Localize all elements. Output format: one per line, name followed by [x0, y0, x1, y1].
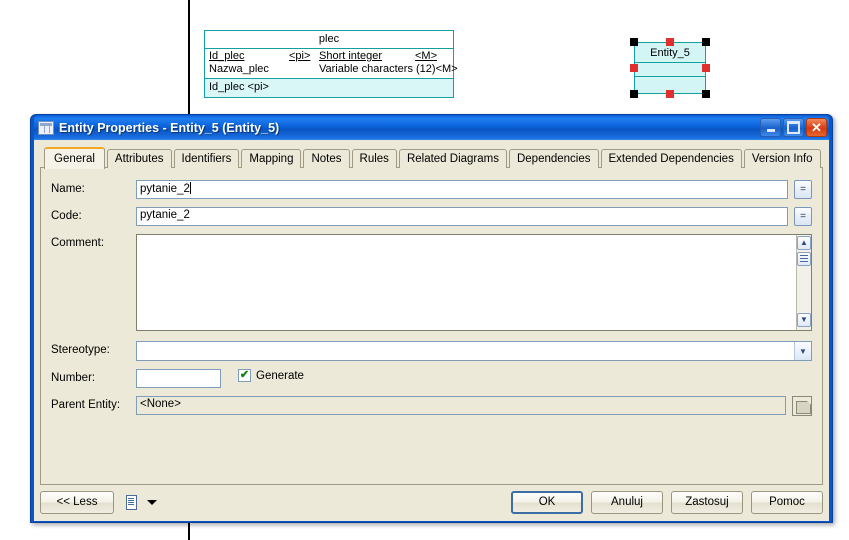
attribute-name: Id_plec: [209, 50, 245, 62]
attribute-type: Short integer: [319, 50, 382, 62]
entity-properties-dialog: Entity Properties - Entity_5 (Entity_5) …: [30, 114, 833, 523]
stereotype-value: [137, 342, 794, 360]
generate-checkbox-wrap[interactable]: ✔ Generate: [238, 369, 304, 382]
ok-button[interactable]: OK: [511, 490, 583, 514]
parent-entity-label: Parent Entity:: [51, 399, 121, 411]
parent-entity-value[interactable]: <None>: [136, 396, 786, 415]
tab-identifiers[interactable]: Identifiers: [173, 149, 240, 168]
tab-bar: General Attributes Identifiers Mapping N…: [40, 146, 823, 169]
tab-notes[interactable]: Notes: [303, 149, 350, 168]
tab-version-info[interactable]: Version Info: [743, 149, 821, 168]
attribute-mandatory: <M>: [435, 63, 458, 75]
dialog-title: Entity Properties - Entity_5 (Entity_5): [59, 120, 280, 135]
name-label: Name:: [51, 183, 85, 195]
name-equals-button[interactable]: =: [794, 180, 812, 199]
entity-plec[interactable]: plec Id_plec <pi> Short integer <M> Nazw…: [204, 30, 458, 98]
apply-button[interactable]: Zastosuj: [671, 490, 743, 514]
attribute-type: Variable characters (12): [319, 63, 436, 75]
scrollbar-top-group: ▲: [797, 236, 811, 268]
comment-row: Comment: ▲ ▼: [51, 234, 812, 331]
code-equals-button[interactable]: =: [794, 207, 812, 226]
stereotype-row: Stereotype: ▼: [51, 341, 812, 361]
code-input[interactable]: pytanie_2: [136, 207, 788, 226]
comment-label: Comment:: [51, 237, 105, 249]
tab-extended-dependencies[interactable]: Extended Dependencies: [600, 149, 742, 168]
report-icon[interactable]: [126, 495, 140, 510]
less-button[interactable]: << Less: [40, 490, 114, 514]
tab-attributes[interactable]: Attributes: [106, 149, 172, 168]
attribute-mandatory: <M>: [415, 50, 438, 62]
entity-attribute-row: Nazwa_plec Variable characters (12) <M>: [209, 63, 458, 76]
entity-plec-title: plec: [205, 31, 453, 49]
scroll-down-icon[interactable]: ▼: [797, 313, 811, 327]
text-caret: [189, 182, 191, 194]
resize-handle-e[interactable]: [702, 64, 710, 72]
close-icon: ✕: [811, 120, 822, 135]
cancel-button[interactable]: Anuluj: [591, 490, 663, 514]
entity-5-title: Entity_5: [635, 43, 705, 63]
stereotype-combobox[interactable]: ▼: [136, 341, 812, 361]
comment-field[interactable]: ▲ ▼: [136, 234, 812, 331]
code-row: Code: pytanie_2 =: [51, 207, 812, 226]
resize-handle-nw[interactable]: [630, 38, 638, 46]
close-button[interactable]: ✕: [806, 118, 827, 137]
comment-textarea[interactable]: [137, 235, 796, 330]
tab-general[interactable]: General: [44, 147, 105, 169]
dialog-body: General Attributes Identifiers Mapping N…: [34, 140, 829, 521]
tab-mapping[interactable]: Mapping: [241, 149, 302, 168]
general-tab-panel: Name: pytanie_2 = Code: pytanie_2 = Comm…: [40, 167, 823, 485]
name-value: pytanie_2: [140, 183, 190, 195]
code-label: Code:: [51, 210, 82, 222]
name-row: Name: pytanie_2 =: [51, 180, 812, 199]
minimize-icon: [761, 119, 780, 136]
comment-scrollbar[interactable]: ▲ ▼: [796, 235, 812, 330]
tab-dependencies[interactable]: Dependencies: [508, 149, 599, 168]
parent-entity-row: Parent Entity: <None>: [51, 396, 812, 416]
scroll-up-icon[interactable]: ▲: [797, 236, 811, 250]
number-label: Number:: [51, 372, 96, 384]
resize-handle-s[interactable]: [666, 90, 674, 98]
generate-label: Generate: [256, 369, 304, 382]
attribute-name: Nazwa_plec: [209, 63, 269, 75]
resize-handle-se[interactable]: [702, 90, 710, 98]
chevron-down-icon[interactable]: [147, 499, 157, 505]
text-editor-icon[interactable]: [797, 252, 811, 266]
dialog-titlebar[interactable]: Entity Properties - Entity_5 (Entity_5) …: [34, 115, 829, 140]
window-controls: ✕: [760, 118, 827, 137]
parent-entity-browse-icon[interactable]: [792, 396, 812, 416]
entity-5[interactable]: Entity_5: [634, 42, 706, 94]
resize-handle-ne[interactable]: [702, 38, 710, 46]
entity-plec-attributes: Id_plec <pi> Short integer <M> Nazwa_ple…: [205, 49, 458, 79]
number-row: Number: ✔ Generate: [51, 369, 812, 388]
table-icon: [38, 120, 54, 135]
generate-checkbox[interactable]: ✔: [238, 369, 251, 382]
tab-related-diagrams[interactable]: Related Diagrams: [398, 149, 507, 168]
entity-5-selection[interactable]: Entity_5: [630, 38, 710, 98]
dialog-footer: << Less OK Anuluj Zastosuj Pomoc: [40, 490, 823, 514]
stereotype-label: Stereotype:: [51, 344, 110, 356]
number-input[interactable]: [136, 369, 221, 388]
resize-handle-sw[interactable]: [630, 90, 638, 98]
entity-5-attributes-section: [635, 63, 705, 77]
attribute-key: <pi>: [289, 50, 311, 62]
diagram-canvas: plec Id_plec <pi> Short integer <M> Nazw…: [0, 0, 849, 540]
help-button[interactable]: Pomoc: [751, 490, 823, 514]
entity-plec-identifier: Id_plec <pi>: [205, 79, 453, 97]
maximize-icon: [784, 119, 803, 136]
chevron-down-icon[interactable]: ▼: [794, 342, 811, 360]
minimize-button[interactable]: [760, 118, 781, 137]
maximize-button[interactable]: [783, 118, 804, 137]
name-input[interactable]: pytanie_2: [136, 180, 788, 199]
entity-attribute-row: Id_plec <pi> Short integer <M>: [209, 50, 449, 63]
resize-handle-w[interactable]: [630, 64, 638, 72]
resize-handle-n[interactable]: [666, 38, 674, 46]
tab-rules[interactable]: Rules: [351, 149, 397, 168]
